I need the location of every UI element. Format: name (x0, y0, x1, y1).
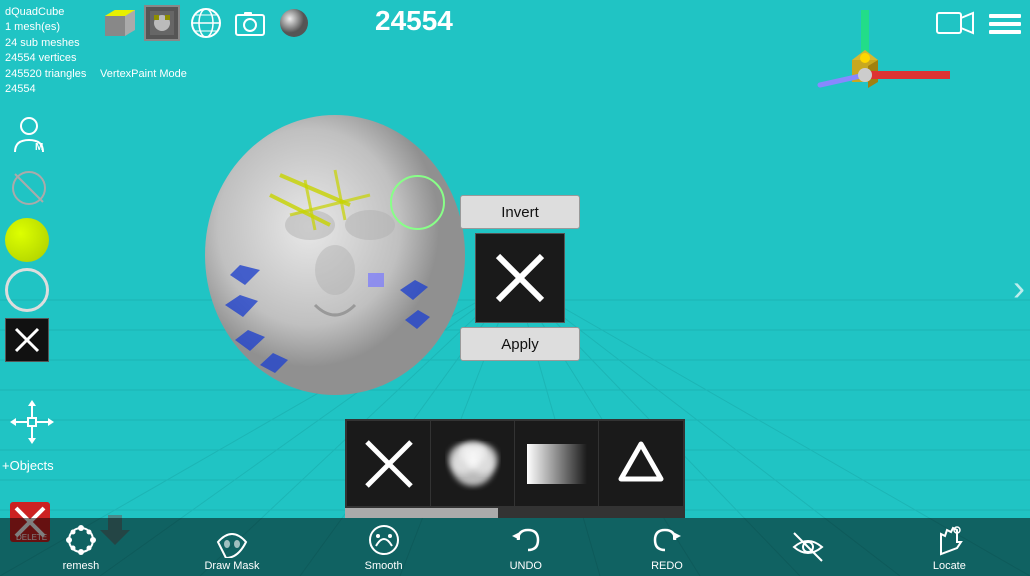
camera-video-icon[interactable] (935, 8, 975, 43)
hide-icon (790, 529, 826, 565)
right-arrow-button[interactable]: › (1013, 267, 1025, 309)
remesh-tool[interactable]: remesh (63, 522, 100, 572)
count: 24554 (5, 82, 86, 97)
smooth-icon (366, 522, 402, 558)
mesh-info: dQuadCube 1 mesh(es) 24 sub meshes 24554… (5, 5, 86, 97)
smooth-tool[interactable]: Smooth (365, 522, 403, 572)
remesh-label: remesh (63, 560, 100, 572)
undo-label: UNDO (510, 560, 542, 572)
triangles: 245520 triangles (5, 67, 86, 82)
redo-tool[interactable]: REDO (649, 522, 685, 572)
x-preview-box (475, 233, 565, 323)
brush-circle (390, 175, 445, 230)
draw-mask-label: Draw Mask (204, 560, 259, 572)
bottom-toolbar: remesh Draw Mask Smooth (0, 518, 1030, 576)
locate-icon (931, 522, 967, 558)
progress-bar-fill (345, 508, 498, 518)
x-brush-cell[interactable] (347, 421, 431, 506)
3d-mesh (150, 95, 470, 425)
snapshot-icon[interactable] (232, 5, 268, 41)
draw-mask-tool[interactable]: Draw Mask (204, 522, 259, 572)
invert-apply-panel: Invert Apply (460, 195, 580, 361)
redo-icon (649, 522, 685, 558)
cube-icon[interactable] (100, 5, 136, 41)
hide-tool[interactable] (790, 529, 826, 565)
avatar-tool[interactable]: M (5, 110, 53, 158)
redo-label: REDO (651, 560, 683, 572)
left-toolbar: M (5, 110, 53, 362)
up-arrow-brush-cell[interactable] (599, 421, 683, 506)
color-tool-yellow[interactable] (5, 218, 49, 262)
svg-text:M: M (35, 142, 43, 153)
svg-text:+Objects: +Objects (2, 458, 54, 473)
vertices: 24554 vertices (5, 51, 86, 66)
gradient-brush-cell[interactable] (515, 421, 599, 506)
apply-button[interactable]: Apply (460, 327, 580, 361)
draw-mask-icon (214, 522, 250, 558)
cloud-brush-cell[interactable] (431, 421, 515, 506)
invert-button[interactable]: Invert (460, 195, 580, 229)
mesh-count: 1 mesh(es) (5, 20, 86, 35)
plus-objects-button[interactable]: +Objects (2, 450, 62, 483)
x-tool[interactable] (5, 318, 49, 362)
smooth-label: Smooth (365, 560, 403, 572)
globe-icon[interactable] (188, 5, 224, 41)
transform-tool[interactable] (10, 400, 54, 449)
3d-arm-object (810, 10, 950, 115)
sub-meshes: 24 sub meshes (5, 36, 86, 51)
progress-bar-container[interactable] (345, 508, 685, 518)
ring-tool[interactable] (5, 268, 49, 312)
sphere-preview[interactable] (276, 5, 312, 41)
undo-tool[interactable]: UNDO (508, 522, 544, 572)
hamburger-menu[interactable] (985, 8, 1025, 45)
mode-label: VertexPaint Mode (100, 68, 187, 80)
vertex-paint-icon[interactable] (144, 5, 180, 41)
object-count: 24554 (375, 5, 453, 37)
brush-strip (345, 419, 685, 508)
locate-label: Locate (933, 560, 966, 572)
top-toolbar (100, 5, 312, 41)
remesh-icon (63, 522, 99, 558)
app-title: dQuadCube (5, 5, 86, 20)
no-entry-tool[interactable] (5, 164, 53, 212)
brush-panel (345, 419, 685, 518)
locate-tool[interactable]: Locate (931, 522, 967, 572)
undo-icon (508, 522, 544, 558)
